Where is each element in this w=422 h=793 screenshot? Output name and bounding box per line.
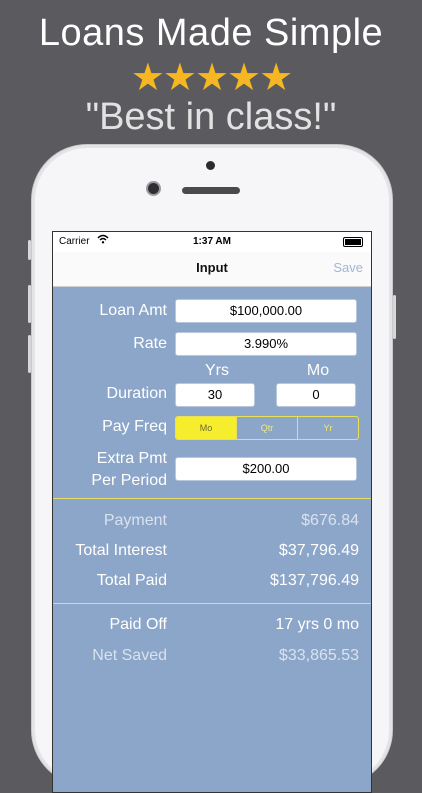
payment-label: Payment: [103, 512, 167, 529]
per-period-label: Per Period: [91, 472, 167, 489]
navigation-bar: Input Save: [53, 252, 371, 287]
status-time: 1:37 AM: [193, 236, 231, 247]
rate-input[interactable]: 3.990%: [175, 332, 357, 356]
pay-freq-option-mo[interactable]: Mo: [176, 417, 236, 439]
payment-value: $676.84: [301, 512, 359, 529]
volume-up-button: [28, 285, 31, 323]
loan-amt-label: Loan Amt: [99, 302, 167, 319]
volume-down-button: [28, 335, 31, 373]
net-saved-value: $33,865.53: [278, 647, 359, 664]
speaker-grille: [182, 187, 240, 194]
section-divider: [53, 498, 371, 499]
pay-freq-option-qtr[interactable]: Qtr: [236, 417, 297, 439]
total-paid-label: Total Paid: [96, 572, 167, 589]
page-title: Input: [196, 260, 228, 275]
duration-label: Duration: [106, 385, 167, 402]
paid-off-value: 17 yrs 0 mo: [275, 616, 359, 633]
promo-headline: Loans Made Simple: [38, 12, 384, 54]
battery-icon: [343, 237, 363, 247]
app-screen: Carrier 1:37 AM Input Save Loan Amt $100…: [52, 231, 372, 793]
camera-icon: [148, 183, 159, 194]
total-interest-label: Total Interest: [75, 542, 167, 559]
section-divider: [53, 603, 371, 604]
loan-amt-input[interactable]: $100,000.00: [175, 299, 357, 323]
proximity-sensor: [206, 161, 215, 170]
loan-form: Loan Amt $100,000.00 Rate 3.990% Yrs Mo …: [53, 287, 371, 792]
months-column-header: Mo: [306, 362, 330, 379]
promo-quote: "Best in class!": [85, 96, 337, 138]
mute-switch: [28, 240, 31, 260]
extra-pmt-input[interactable]: $200.00: [175, 457, 357, 481]
extra-pmt-label: Extra Pmt: [96, 450, 167, 467]
total-paid-value: $137,796.49: [270, 572, 359, 589]
rating-stars-icon: ★★★★★: [130, 57, 293, 99]
duration-years-input[interactable]: 30: [175, 383, 255, 407]
net-saved-label: Net Saved: [92, 647, 167, 664]
phone-frame: Carrier 1:37 AM Input Save Loan Amt $100…: [28, 144, 396, 793]
power-button: [393, 295, 396, 339]
paid-off-label: Paid Off: [109, 616, 167, 633]
total-interest-value: $37,796.49: [278, 542, 359, 559]
pay-freq-label: Pay Freq: [102, 418, 167, 435]
save-button[interactable]: Save: [333, 260, 363, 275]
pay-freq-option-yr[interactable]: Yr: [297, 417, 358, 439]
pay-freq-segmented-control: Mo Qtr Yr: [175, 416, 359, 440]
rate-label: Rate: [133, 335, 167, 352]
duration-months-input[interactable]: 0: [276, 383, 356, 407]
status-bar: Carrier 1:37 AM: [53, 232, 371, 252]
years-column-header: Yrs: [205, 362, 229, 379]
